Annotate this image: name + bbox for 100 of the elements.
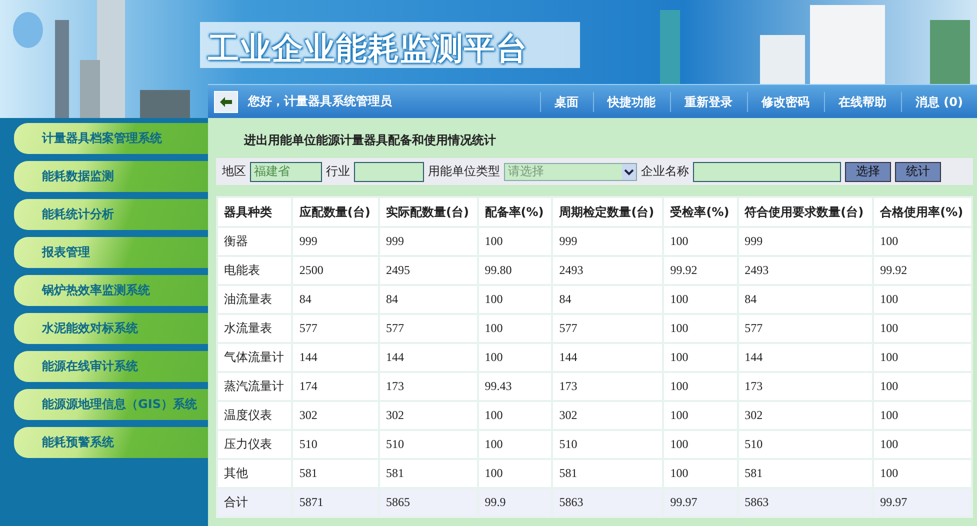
table-cell: 2500 [292, 256, 379, 285]
chevron-down-icon [622, 164, 636, 180]
sidebar-item[interactable]: 能源在线审计系统 [14, 351, 208, 382]
table-cell: 173 [378, 372, 478, 401]
table-cell: 302 [738, 401, 874, 430]
table-cell: 577 [552, 314, 664, 343]
table-cell: 302 [552, 401, 664, 430]
table-cell: 气体流量计 [217, 343, 292, 372]
table-cell: 100 [873, 430, 972, 459]
table-cell: 144 [552, 343, 664, 372]
table-cell: 100 [873, 314, 972, 343]
table-cell: 302 [292, 401, 379, 430]
total-cell: 5865 [378, 488, 478, 517]
table-cell: 衡器 [217, 227, 292, 256]
sidebar-item[interactable]: 能耗统计分析 [14, 199, 208, 230]
table-cell: 99.92 [873, 256, 972, 285]
table-cell: 302 [378, 401, 478, 430]
unit-type-dropdown[interactable]: 请选择 [504, 162, 637, 180]
table-cell: 100 [663, 285, 738, 314]
table-cell: 144 [378, 343, 478, 372]
table-cell: 100 [478, 401, 552, 430]
table-cell: 100 [663, 459, 738, 488]
table-cell: 2493 [552, 256, 664, 285]
table-cell: 2493 [738, 256, 874, 285]
nav-link[interactable]: 消息 (0) [900, 92, 977, 112]
table-cell: 84 [292, 285, 379, 314]
table-cell: 510 [292, 430, 379, 459]
platform-title: 工业企业能耗监测平台 [208, 30, 528, 69]
table-cell: 99.92 [663, 256, 738, 285]
table-cell: 100 [663, 372, 738, 401]
table-cell: 100 [663, 343, 738, 372]
table-cell: 100 [478, 314, 552, 343]
sidebar-item[interactable]: 能耗数据监测 [14, 161, 208, 192]
field-label: 地区 [222, 163, 246, 180]
nav-link[interactable]: 重新登录 [670, 92, 746, 112]
sidebar-item[interactable]: 能耗预警系统 [14, 427, 208, 458]
nav-link[interactable]: 在线帮助 [824, 92, 900, 112]
total-cell: 5863 [552, 488, 664, 517]
table-cell: 581 [378, 459, 478, 488]
table-cell: 100 [873, 285, 972, 314]
field-label: 企业名称 [641, 163, 689, 180]
table-cell: 84 [552, 285, 664, 314]
total-cell: 99.97 [873, 488, 972, 517]
table-cell: 144 [292, 343, 379, 372]
table-cell: 100 [478, 285, 552, 314]
greeting-text: 您好，计量器具系统管理员 [248, 93, 393, 110]
sidebar-item[interactable]: 报表管理 [14, 237, 208, 268]
field-label: 行业 [326, 163, 350, 180]
table-cell: 100 [478, 343, 552, 372]
table-cell: 999 [292, 227, 379, 256]
table-cell: 100 [478, 430, 552, 459]
table-cell: 174 [292, 372, 379, 401]
total-cell: 99.9 [478, 488, 552, 517]
table-cell: 100 [663, 430, 738, 459]
table-cell: 压力仪表 [217, 430, 292, 459]
field-label: 用能单位类型 [428, 163, 500, 180]
nav-link[interactable]: 桌面 [540, 92, 592, 112]
table-cell: 100 [873, 227, 972, 256]
table-cell: 581 [292, 459, 379, 488]
nav-link[interactable]: 修改密码 [746, 92, 824, 112]
report-title: 进出用能单位能源计量器具配备和使用情况统计 [244, 132, 497, 149]
sidebar-item[interactable]: 能源源地理信息（GIS）系统 [14, 389, 208, 420]
back-button[interactable] [214, 90, 238, 112]
table-cell: 100 [873, 401, 972, 430]
total-cell: 99.97 [663, 488, 738, 517]
table-cell: 510 [378, 430, 478, 459]
total-cell: 合计 [217, 488, 292, 517]
table-cell: 100 [663, 314, 738, 343]
table-cell: 电能表 [217, 256, 292, 285]
table-cell: 510 [738, 430, 874, 459]
sidebar-item[interactable]: 锅炉热效率监测系统 [14, 275, 208, 306]
region-field[interactable]: 福建省 [250, 162, 322, 182]
table-cell: 99.80 [478, 256, 552, 285]
table-cell: 577 [292, 314, 379, 343]
table-cell: 581 [552, 459, 664, 488]
table-cell: 84 [738, 285, 874, 314]
table-cell: 蒸汽流量计 [217, 372, 292, 401]
table-cell: 999 [378, 227, 478, 256]
table-cell: 99.43 [478, 372, 552, 401]
sidebar-item[interactable]: 水泥能效对标系统 [14, 313, 208, 344]
action-button[interactable]: 选择 [845, 162, 891, 182]
table-cell: 173 [738, 372, 874, 401]
table-cell: 100 [663, 401, 738, 430]
table-cell: 100 [873, 459, 972, 488]
total-cell: 5863 [738, 488, 874, 517]
sidebar-item[interactable]: 计量器具档案管理系统 [14, 123, 208, 154]
table-cell: 温度仪表 [217, 401, 292, 430]
company-field[interactable] [693, 162, 841, 182]
industry-field[interactable] [354, 162, 424, 182]
action-button[interactable]: 统计 [895, 162, 941, 182]
table-cell: 100 [873, 372, 972, 401]
table-cell: 577 [738, 314, 874, 343]
table-cell: 510 [552, 430, 664, 459]
nav-link[interactable]: 快捷功能 [592, 92, 670, 112]
table-cell: 581 [738, 459, 874, 488]
table-cell: 999 [552, 227, 664, 256]
total-cell: 5871 [292, 488, 379, 517]
table-cell: 577 [378, 314, 478, 343]
column-header: 符合使用要求数量(台) [738, 197, 874, 227]
table-cell: 油流量表 [217, 285, 292, 314]
